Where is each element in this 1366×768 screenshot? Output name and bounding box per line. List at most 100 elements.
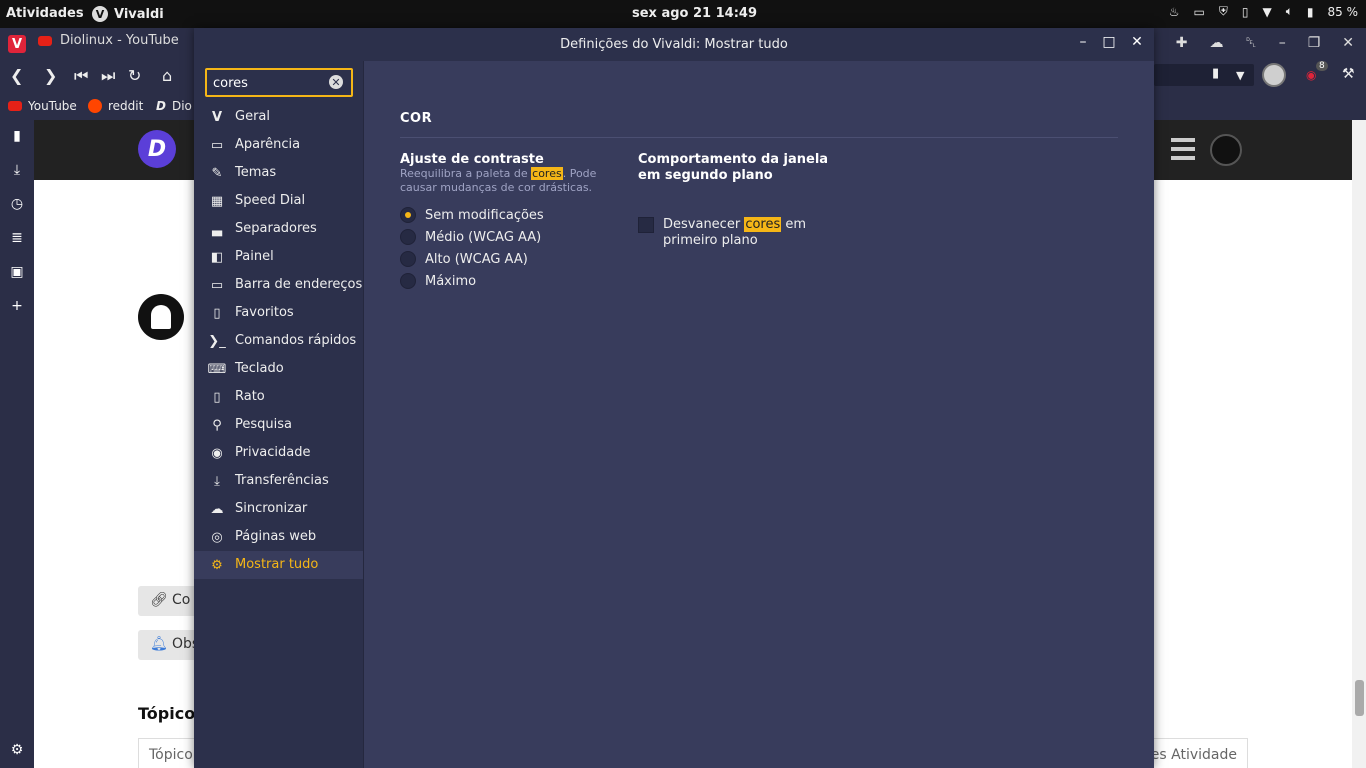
home-icon[interactable]: ⌂ [162,66,172,85]
sidebar-item-favoritos[interactable]: ▯ Favoritos [194,299,363,327]
sidebar-item-transferencias[interactable]: ⤓ Transferências [194,467,363,495]
search-highlight: cores [531,167,563,180]
sidebar-item-label: Aparência [235,137,301,152]
link-icon: 🔗︎ [150,592,168,608]
radio-label: Médio (WCAG AA) [425,229,542,245]
back-icon[interactable]: ❮ [10,66,23,85]
battery-percent: 85 % [1327,4,1359,19]
sidebar-item-mostrar-tudo[interactable]: ⚙ Mostrar tudo [194,551,363,579]
sidebar-item-geral[interactable]: V Geral [194,103,363,131]
tab-title: Diolinux - YouTube [60,33,179,48]
watch-pill[interactable]: 🔔︎ Obs [138,630,198,660]
settings-titlebar[interactable]: Definições do Vivaldi: Mostrar tudo – □ … [194,28,1154,61]
folder-icon: ▭ [210,137,224,153]
close-icon[interactable]: ✕ [1128,34,1146,50]
app-menu[interactable]: V Vivaldi [92,6,164,22]
downloads-panel-icon[interactable]: ⤓ [8,161,26,179]
system-top-bar: Atividades V Vivaldi sex ago 21 14:49 ♨ … [0,0,1366,28]
sidebar-item-label: Privacidade [235,445,311,460]
sidebar-item-barra-enderecos[interactable]: ▭ Barra de endereços [194,271,363,299]
sidebar-item-label: Favoritos [235,305,294,320]
phone-icon[interactable]: ▯ [1242,5,1249,19]
sidebar-item-aparencia[interactable]: ▭ Aparência [194,131,363,159]
maximize-icon[interactable]: □ [1100,34,1118,50]
rewind-icon[interactable]: ⏮ [74,66,88,86]
sidebar-item-paginas-web[interactable]: ◎ Páginas web [194,523,363,551]
settings-window: Definições do Vivaldi: Mostrar tudo – □ … [194,28,1154,768]
sidebar-item-pesquisa[interactable]: ⚲ Pesquisa [194,411,363,439]
sidebar-item-label: Mostrar tudo [235,557,319,572]
add-panel-icon[interactable]: + [8,297,26,315]
penguin-avatar[interactable] [1210,134,1242,166]
radio-alto[interactable]: Alto (WCAG AA) [400,249,528,269]
sidebar-item-comandos-rapidos[interactable]: ❯_ Comandos rápidos [194,327,363,355]
page-scrollbar[interactable] [1352,120,1366,768]
trash-icon[interactable]: ␡ [1246,35,1257,51]
search-input[interactable] [213,74,323,92]
fade-colors-checkbox[interactable] [638,217,654,233]
reload-icon[interactable]: ↻ [128,66,141,85]
radio-button-selected[interactable] [400,207,416,223]
clock[interactable]: sex ago 21 14:49 [632,6,757,21]
sidebar-item-teclado[interactable]: ⌨ Teclado [194,355,363,383]
settings-gear-icon[interactable]: ⚙ [8,741,26,759]
minimize-icon[interactable]: – [1074,34,1092,50]
tab-diolinux-youtube[interactable]: Diolinux - YouTube [38,33,179,48]
grid-icon: ▦ [210,193,224,209]
minimize-icon[interactable]: – [1279,35,1286,51]
radio-medio[interactable]: Médio (WCAG AA) [400,227,541,247]
radio-button[interactable] [400,273,416,289]
page-scrollbar-thumb[interactable] [1355,680,1364,716]
hamburger-menu-icon[interactable] [1171,138,1195,160]
sidebar-item-speed-dial[interactable]: ▦ Speed Dial [194,187,363,215]
activities-button[interactable]: Atividades [6,6,84,21]
gear-icon: ⚙ [211,557,223,573]
extension-icon[interactable]: ⚒ [1342,66,1355,82]
fade-colors-label[interactable]: Desvanecer cores em primeiro plano [663,217,863,249]
column-topic: Tópico [149,747,193,763]
sidebar-item-separadores[interactable]: ▃ Separadores [194,215,363,243]
radio-button[interactable] [400,251,416,267]
maximize-icon[interactable]: ❐ [1308,35,1321,51]
forward-icon[interactable]: ❯ [44,66,57,85]
flame-icon[interactable]: ♨ [1169,5,1180,19]
bookmark-diolinux[interactable]: D Dio [156,99,192,113]
bookmark-reddit[interactable]: reddit [88,99,143,113]
drive-icon[interactable]: ▭ [1193,5,1204,19]
bookmarks-panel-icon[interactable]: ▮ [8,127,26,145]
chevron-down-icon[interactable]: ▼ [1236,69,1244,82]
link-pill[interactable]: 🔗︎ Co [138,586,198,616]
diolinux-logo[interactable]: D [138,130,176,168]
sidebar-item-painel[interactable]: ◧ Painel [194,243,363,271]
panel-icon: ◧ [210,249,224,265]
profile-avatar[interactable] [1262,63,1286,87]
clear-search-icon[interactable]: ✕ [329,75,343,89]
tabs-icon: ▃ [212,221,222,237]
section-title: COR [400,111,433,126]
sync-cloud-icon[interactable]: ☁ [1210,35,1224,51]
sidebar-item-privacidade[interactable]: ◉ Privacidade [194,439,363,467]
radio-sem-modificacoes[interactable]: Sem modificações [400,205,544,225]
system-tray[interactable]: ♨ ▭ ⛨ ▯ ▼ 🔈︎ ▮ 85 % [1169,4,1358,19]
fast-forward-icon[interactable]: ⏭ [101,66,115,86]
settings-search[interactable]: ✕ [205,68,353,97]
new-tab-icon[interactable]: ✚ [1176,35,1188,51]
radio-button[interactable] [400,229,416,245]
vivaldi-menu-icon[interactable]: V [8,35,26,53]
pill-label: Co [172,592,191,608]
sidebar-item-temas[interactable]: ✎ Temas [194,159,363,187]
close-icon[interactable]: ✕ [1342,35,1354,51]
ublock-icon[interactable]: ◉ [1306,68,1316,82]
sidebar-item-rato[interactable]: ▯ Rato [194,383,363,411]
sidebar-item-label: Sincronizar [235,501,308,516]
download-icon: ⤓ [214,473,220,489]
window-panel-icon[interactable]: ▣ [8,263,26,281]
notes-panel-icon[interactable]: ≣ [8,229,26,247]
history-panel-icon[interactable]: ◷ [8,195,26,213]
radio-maximo[interactable]: Máximo [400,271,476,291]
sidebar-item-sincronizar[interactable]: ☁ Sincronizar [194,495,363,523]
bookmark-icon[interactable]: ▮ [1212,66,1219,81]
radio-label: Alto (WCAG AA) [425,251,528,267]
shield-icon[interactable]: ⛨ [1219,4,1228,19]
bookmark-youtube[interactable]: YouTube [8,99,77,113]
